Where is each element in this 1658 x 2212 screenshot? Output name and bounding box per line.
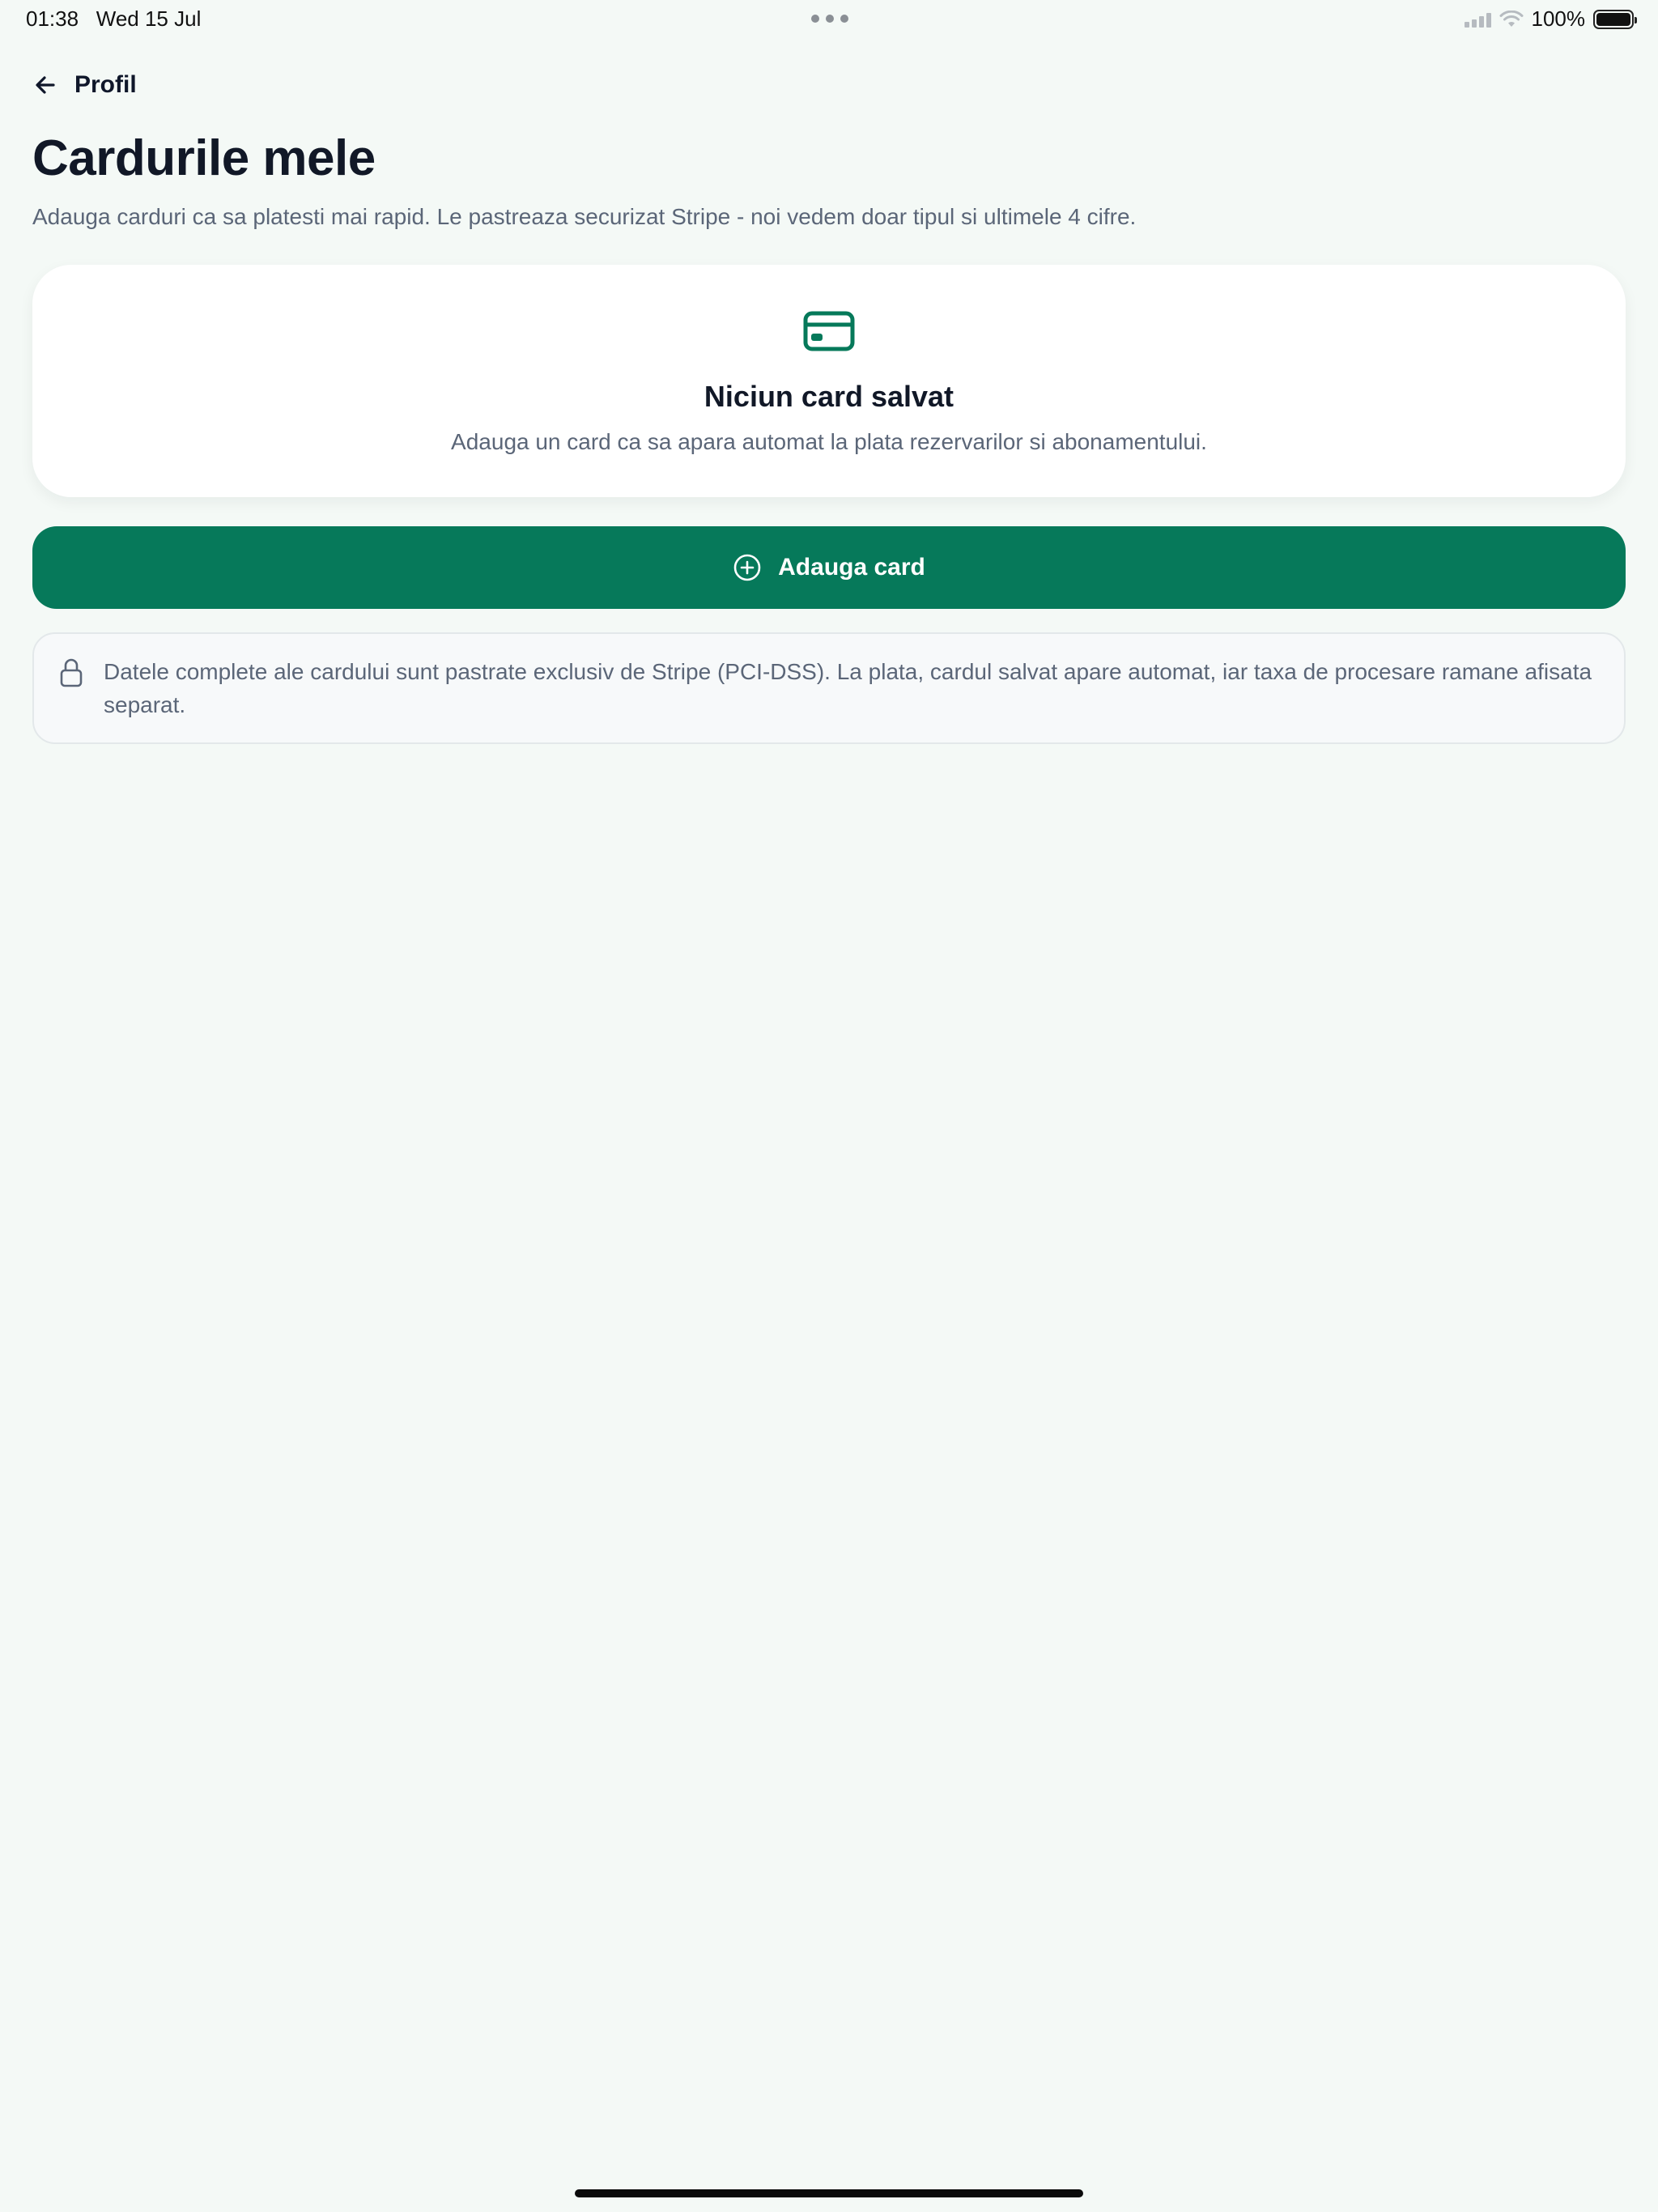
multitasking-dots-icon[interactable] xyxy=(811,15,848,23)
status-clock: 01:38 xyxy=(26,6,79,31)
security-info-text: Datele complete ale cardului sunt pastra… xyxy=(104,659,1592,717)
cards-page: 01:38 Wed 15 Jul 100% Profil Cardurile m… xyxy=(0,0,1658,2212)
empty-state-description: Adauga un card ca sa apara automat la pl… xyxy=(451,429,1207,454)
credit-card-icon xyxy=(803,311,855,351)
battery-icon xyxy=(1593,9,1637,29)
status-date: Wed 15 Jul xyxy=(96,6,202,31)
empty-state-title: Niciun card salvat xyxy=(704,380,954,413)
plus-circle-icon xyxy=(733,554,761,581)
arrow-left-icon xyxy=(36,76,55,94)
home-indicator[interactable] xyxy=(575,2189,1083,2197)
page-subtitle: Adauga carduri ca sa platesti mai rapid.… xyxy=(32,204,1137,229)
battery-percentage: 100% xyxy=(1531,6,1586,31)
back-label: Profil xyxy=(74,71,137,98)
add-card-label: Adauga card xyxy=(778,554,925,581)
security-info-box: Datele complete ale cardului sunt pastra… xyxy=(32,632,1626,744)
status-time: 01:38 Wed 15 Jul xyxy=(26,6,201,32)
page-title: Cardurile mele xyxy=(32,130,376,186)
wifi-icon xyxy=(1499,10,1523,27)
lock-icon xyxy=(60,658,83,687)
status-indicators: 100% xyxy=(1464,6,1637,32)
empty-state-card: Niciun card salvat Adauga un card ca sa … xyxy=(32,265,1626,497)
cellular-signal-icon xyxy=(1464,11,1491,28)
back-button[interactable]: Profil xyxy=(32,71,137,99)
add-card-button[interactable]: Adauga card xyxy=(32,526,1626,609)
status-bar: 01:38 Wed 15 Jul 100% xyxy=(0,0,1658,39)
